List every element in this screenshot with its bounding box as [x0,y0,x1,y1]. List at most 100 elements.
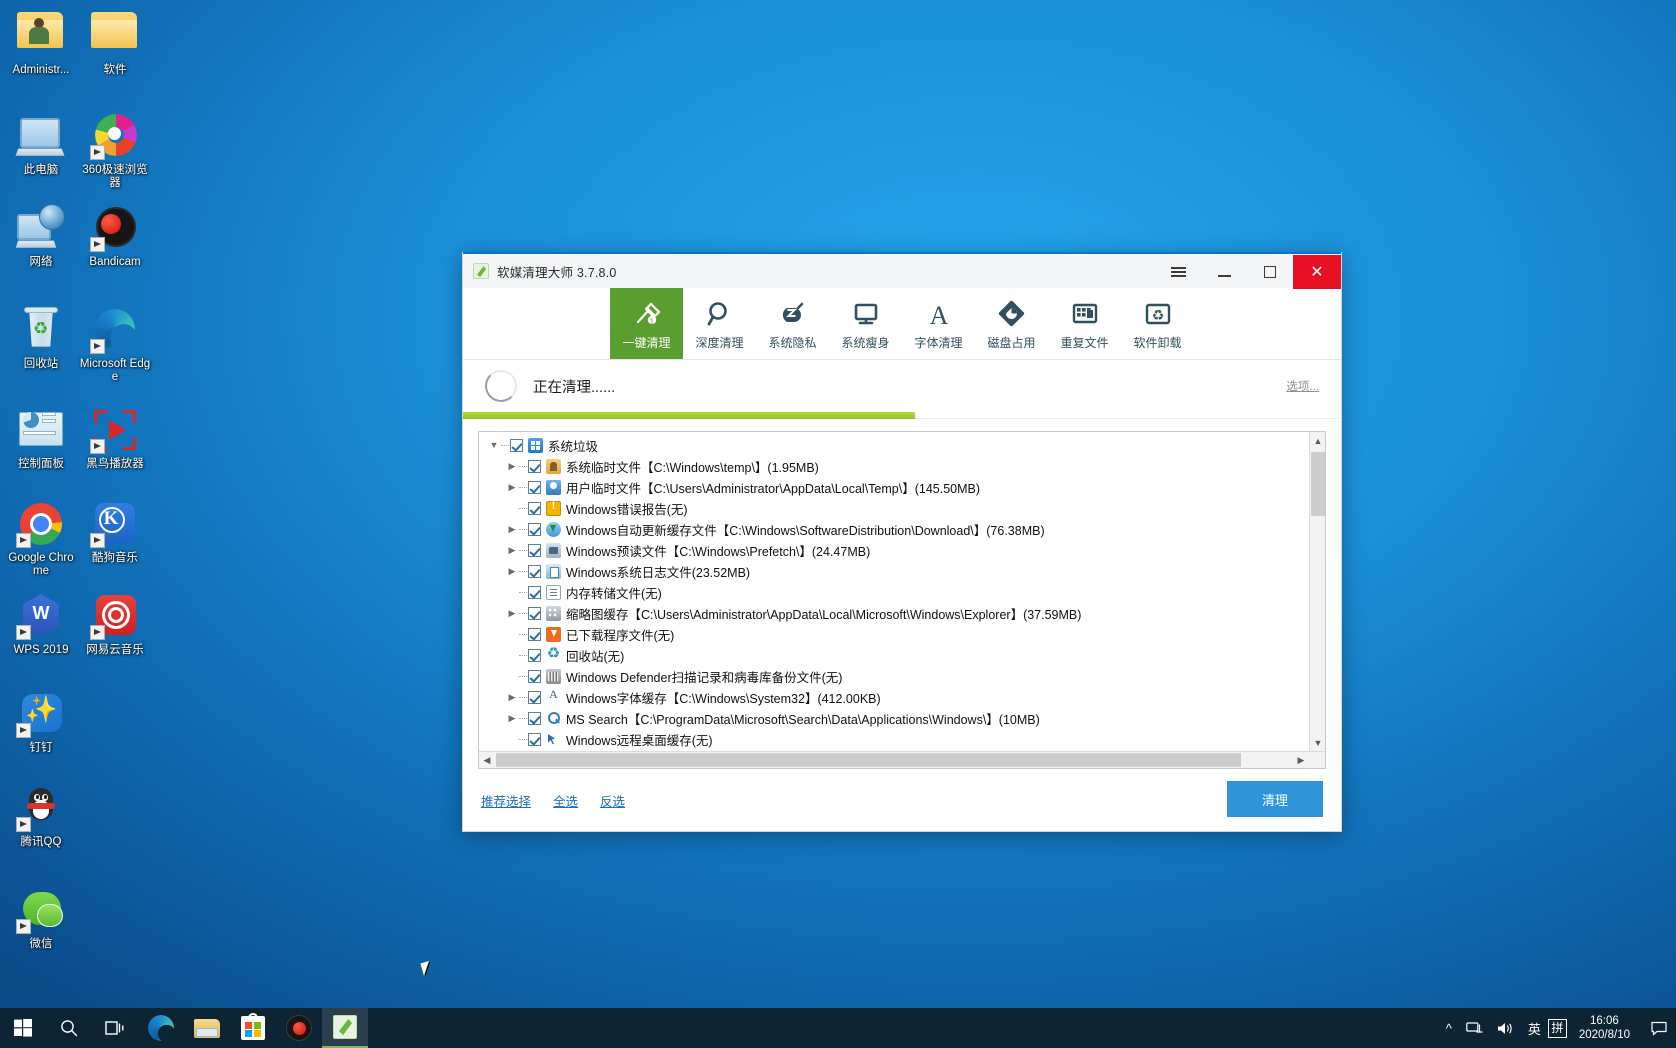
desktop-icon-360-browser[interactable]: 360极速浏览器 [78,112,152,190]
chevron-right-icon[interactable]: ▶ [505,609,519,618]
desktop-icon-netease-music[interactable]: 网易云音乐 [78,592,152,657]
checkbox[interactable] [528,628,541,641]
desktop-icon-this-pc[interactable]: 此电脑 [4,112,78,177]
checkbox[interactable] [528,670,541,683]
start-button[interactable] [0,1008,46,1048]
desktop-icon-chrome[interactable]: Google Chrome [4,500,78,578]
toolbar-tab-one-click-clean[interactable]: 1 一键清理 [610,288,683,359]
recommended-select-link[interactable]: 推荐选择 [481,791,531,810]
table-row[interactable]: ▶ 内存转储文件(无) [479,582,1325,603]
checkbox[interactable] [510,439,523,452]
desktop-icon-bandicam[interactable]: Bandicam [78,204,152,269]
scroll-right-icon[interactable]: ▶ [1293,752,1309,768]
desktop-icon-administrator[interactable]: Administr... [4,12,78,77]
tree-row-root[interactable]: ▼ 系统垃圾 [479,435,1325,456]
scroll-left-icon[interactable]: ◀ [479,752,495,769]
select-all-link[interactable]: 全选 [553,791,578,810]
minimize-icon[interactable] [1201,255,1247,289]
table-row[interactable]: ▶ Windows自动更新缓存文件【C:\Windows\SoftwareDis… [479,519,1325,540]
edge-button[interactable] [138,1008,184,1048]
horizontal-scrollbar[interactable]: ◀ ▶ [479,751,1325,768]
table-row[interactable]: ▶ 用户临时文件【C:\Users\Administrator\AppData\… [479,477,1325,498]
clean-button[interactable]: 清理 [1227,781,1323,817]
table-row[interactable]: ▶ Windows系统日志文件(23.52MB) [479,561,1325,582]
toolbar-tab-system-slimming[interactable]: 系统瘦身 [829,288,902,359]
table-row[interactable]: ▶ 系统临时文件【C:\Windows\temp\】(1.95MB) [479,456,1325,477]
invert-selection-link[interactable]: 反选 [600,791,625,810]
checkbox[interactable] [528,523,541,536]
checkbox[interactable] [528,502,541,515]
toolbar-tab-duplicate-files[interactable]: 重复文件 [1048,288,1121,359]
checkbox[interactable] [528,460,541,473]
desktop-icon-control-panel[interactable]: 控制面板 [4,406,78,471]
table-row[interactable]: ▶ Windows预读文件【C:\Windows\Prefetch\】(24.4… [479,540,1325,561]
checkbox[interactable] [528,481,541,494]
chevron-right-icon[interactable]: ▶ [505,462,519,471]
network-icon[interactable] [1459,1008,1490,1048]
table-row[interactable]: ▶ Windows Defender扫描记录和病毒库备份文件(无) [479,666,1325,687]
task-view-button[interactable] [92,1008,138,1048]
ime-language-icon[interactable]: 英 [1521,1008,1548,1048]
desktop-icon-qq[interactable]: 腾讯QQ [4,784,78,849]
desktop-icon-video-player[interactable]: 黑鸟播放器 [78,406,152,471]
toolbar-tab-deep-clean[interactable]: 深度清理 [683,288,756,359]
close-icon[interactable]: ✕ [1293,255,1341,289]
scroll-down-icon[interactable]: ▼ [1310,734,1325,751]
scroll-up-icon[interactable]: ▲ [1310,432,1325,449]
bandicam-button[interactable] [276,1008,322,1048]
taskbar-clock[interactable]: 16:06 2020/8/10 [1567,1014,1642,1042]
chevron-right-icon[interactable]: ▶ [505,525,519,534]
checkbox[interactable] [528,712,541,725]
toolbar-tab-system-privacy[interactable]: 系统隐私 [756,288,829,359]
desktop-icon-software-folder[interactable]: 软件 [78,12,152,77]
checkbox[interactable] [528,607,541,620]
table-row[interactable]: ▶ Windows字体缓存【C:\Windows\System32】(412.0… [479,687,1325,708]
action-center-icon[interactable] [1642,1008,1676,1048]
chevron-right-icon[interactable]: ▶ [505,567,519,576]
toolbar-tab-font-clean[interactable]: A 字体清理 [902,288,975,359]
chevron-right-icon[interactable]: ▶ [505,546,519,555]
tree-row-label: 系统临时文件【C:\Windows\temp\】(1.95MB) [566,461,819,475]
desktop-icon-dingtalk[interactable]: ✨ 钉钉 [4,690,78,755]
qq-icon [16,784,65,832]
horizontal-scrollbar-thumb[interactable] [496,753,1241,767]
menu-icon[interactable] [1155,255,1201,289]
toolbar-tab-disk-usage[interactable]: 磁盘占用 [975,288,1048,359]
search-button[interactable] [46,1008,92,1048]
file-explorer-button[interactable] [184,1008,230,1048]
table-row[interactable]: ▶ Windows远程桌面缓存(无) [479,729,1325,750]
table-row[interactable]: ▶ Windows错误报告(无) [479,498,1325,519]
table-row[interactable]: ▶ 已下载程序文件(无) [479,624,1325,645]
chevron-right-icon[interactable]: ▶ [505,693,519,702]
checkbox[interactable] [528,733,541,746]
desktop-icon-network[interactable]: 网络 [4,204,78,269]
desktop-icon-recycle-bin[interactable]: ♻ 回收站 [4,306,78,371]
cleanup-master-button[interactable] [322,1008,368,1048]
checkbox[interactable] [528,565,541,578]
volume-icon[interactable] [1490,1008,1521,1048]
show-hidden-icons-button[interactable]: ^ [1439,1008,1459,1048]
checkbox[interactable] [528,649,541,662]
chevron-right-icon[interactable]: ▶ [505,483,519,492]
desktop-icon-wps[interactable]: W WPS 2019 [4,592,78,657]
toolbar-tab-software-uninstall[interactable]: ♻ 软件卸载 [1121,288,1194,359]
desktop-icon-edge[interactable]: Microsoft Edge [78,306,152,384]
checkbox[interactable] [528,586,541,599]
window-titlebar[interactable]: 软媒清理大师 3.7.8.0 ✕ [463,252,1341,289]
checkbox[interactable] [528,544,541,557]
table-row[interactable]: ▶ 回收站(无) [479,644,1325,666]
chevron-down-icon[interactable]: ▼ [487,441,501,450]
vertical-scrollbar-thumb[interactable] [1311,452,1325,516]
tree-connector [501,445,509,446]
table-row[interactable]: ▶ MS Search【C:\ProgramData\Microsoft\Sea… [479,708,1325,729]
desktop-icon-wechat[interactable]: 微信 [4,886,78,951]
store-button[interactable] [230,1008,276,1048]
vertical-scrollbar[interactable]: ▲ ▼ [1309,432,1325,751]
ime-pinyin-icon[interactable]: 拼 [1547,1018,1567,1038]
checkbox[interactable] [528,691,541,704]
options-link[interactable]: 选项... [1286,378,1319,394]
desktop-icon-kugou-music[interactable]: K 酷狗音乐 [78,500,152,565]
table-row[interactable]: ▶ 缩略图缓存【C:\Users\Administrator\AppData\L… [479,603,1325,624]
maximize-icon[interactable] [1247,255,1293,289]
chevron-right-icon[interactable]: ▶ [505,714,519,723]
